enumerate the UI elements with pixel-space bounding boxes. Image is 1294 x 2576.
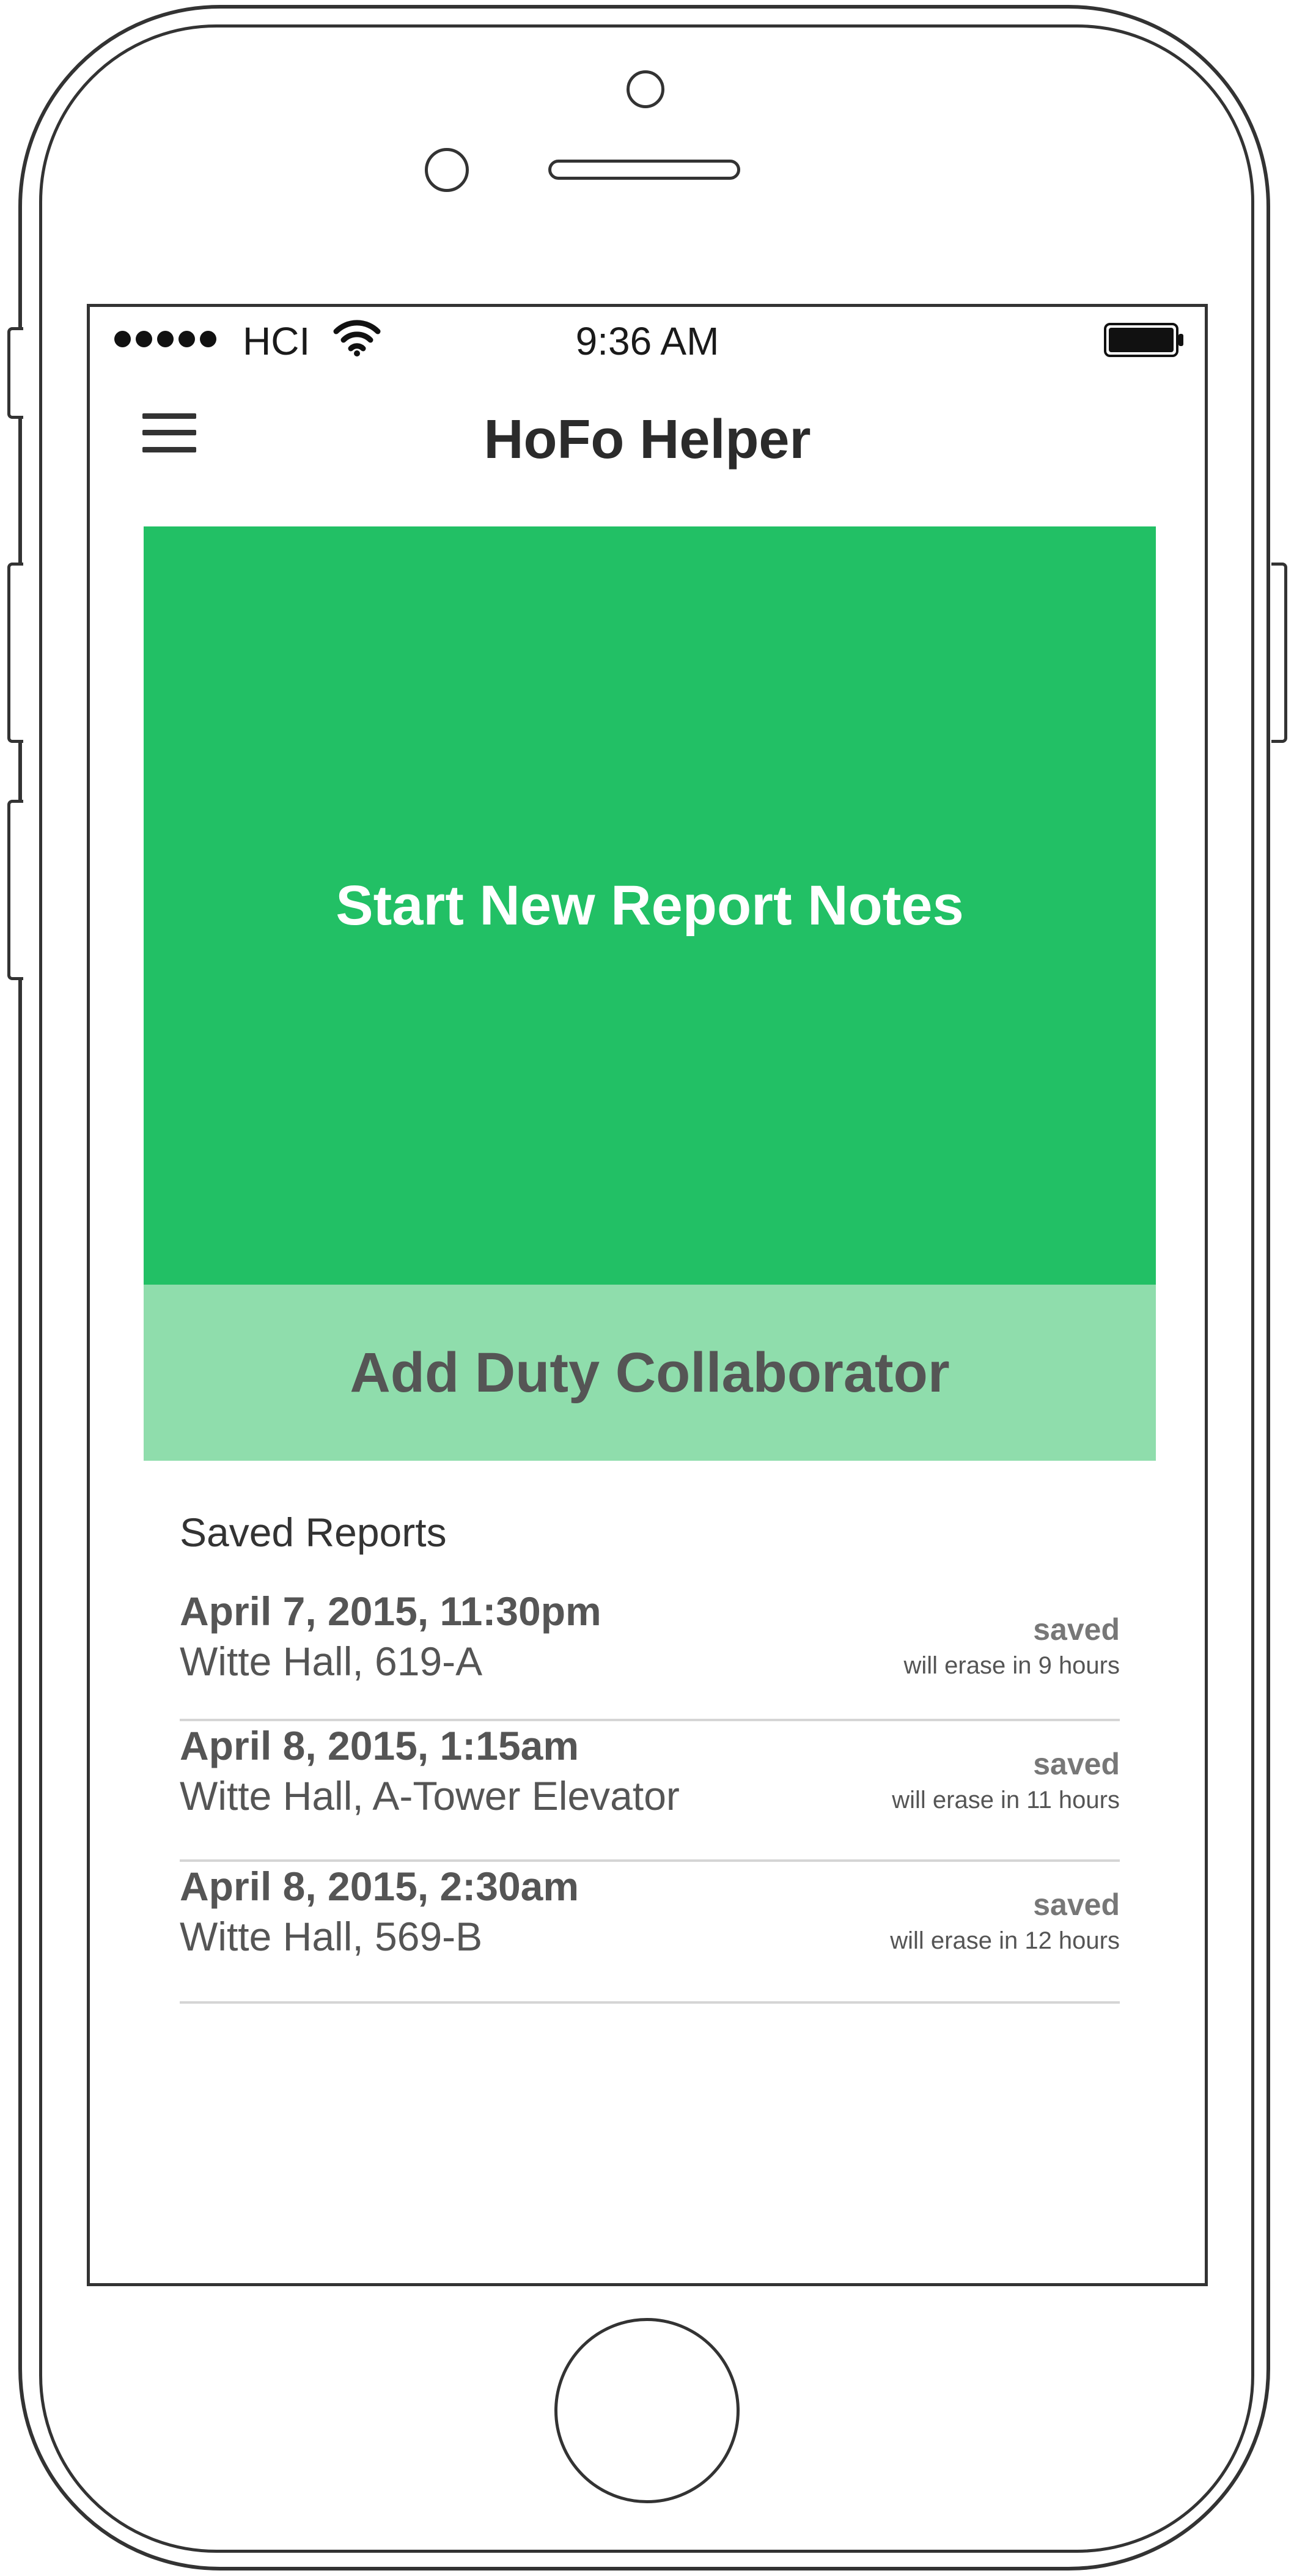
- report-date: April 8, 2015, 2:30am: [180, 1864, 579, 1909]
- volume-down-button: [7, 800, 23, 980]
- add-duty-collaborator-button[interactable]: Add Duty Collaborator: [144, 1285, 1156, 1461]
- app-screen: HCI 9:36 AM HoFo Helper Start New Report…: [87, 304, 1208, 2286]
- hamburger-menu-icon[interactable]: [142, 413, 196, 452]
- report-list-item[interactable]: April 8, 2015, 2:30am Witte Hall, 569-B …: [180, 1862, 1120, 2004]
- report-erase-note: will erase in 12 hours: [890, 1927, 1120, 1954]
- start-new-report-label: Start New Report Notes: [336, 874, 964, 937]
- status-time: 9:36 AM: [575, 319, 719, 363]
- mute-switch: [7, 327, 23, 419]
- volume-up-button: [7, 563, 23, 743]
- report-location: Witte Hall, 569-B: [180, 1914, 483, 1959]
- start-new-report-button[interactable]: Start New Report Notes: [144, 526, 1156, 1285]
- nav-bar: HoFo Helper: [90, 377, 1205, 490]
- home-button[interactable]: [554, 2318, 740, 2503]
- saved-reports-heading: Saved Reports: [180, 1510, 447, 1555]
- report-status: saved: [1033, 1888, 1120, 1922]
- report-erase-note: will erase in 11 hours: [892, 1787, 1120, 1814]
- report-list-item[interactable]: April 8, 2015, 1:15am Witte Hall, A-Towe…: [180, 1721, 1120, 1862]
- earpiece-speaker: [548, 160, 740, 180]
- add-duty-collaborator-label: Add Duty Collaborator: [350, 1341, 950, 1404]
- battery-icon: [1104, 323, 1183, 357]
- page-title: HoFo Helper: [483, 409, 811, 470]
- proximity-sensor: [425, 148, 469, 192]
- status-bar: HCI 9:36 AM: [90, 307, 1205, 377]
- report-date: April 8, 2015, 1:15am: [180, 1723, 579, 1768]
- front-camera: [627, 70, 664, 108]
- saved-reports-list: April 7, 2015, 11:30pm Witte Hall, 619-A…: [180, 1587, 1120, 2004]
- report-location: Witte Hall, A-Tower Elevator: [180, 1773, 680, 1818]
- report-location: Witte Hall, 619-A: [180, 1639, 483, 1684]
- report-list-item[interactable]: April 7, 2015, 11:30pm Witte Hall, 619-A…: [180, 1587, 1120, 1721]
- report-status: saved: [1033, 1612, 1120, 1647]
- report-date: April 7, 2015, 11:30pm: [180, 1589, 601, 1634]
- power-button: [1271, 563, 1287, 743]
- report-erase-note: will erase in 9 hours: [903, 1652, 1120, 1679]
- report-status: saved: [1033, 1747, 1120, 1781]
